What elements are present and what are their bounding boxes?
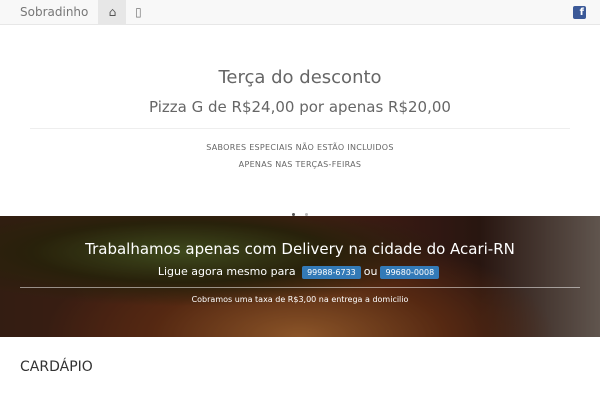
promo-note: SABORES ESPECIAIS NÃO ESTÃO INCLUIDOS <box>206 143 394 152</box>
call-line: Ligue agora mesmo para 99988-6733 ou 99680… <box>0 265 600 279</box>
facebook-icon[interactable]: f <box>573 6 586 19</box>
divider <box>20 287 580 288</box>
or-text: ou <box>363 265 378 278</box>
promo-note: APENAS NAS TERÇAS-FEIRAS <box>238 160 362 169</box>
home-icon[interactable]: ⌂ <box>98 0 127 25</box>
delivery-headline: Trabalhamos apenas com Delivery na cidad… <box>85 240 515 258</box>
delivery-fee: Cobramos uma taxa de R$3,00 na entrega a… <box>191 295 409 304</box>
divider <box>30 128 570 129</box>
promo-title: Terça do desconto <box>218 67 382 88</box>
phone-badge[interactable]: 99680-0008 <box>380 266 440 279</box>
phone-badge[interactable]: 99988-6733 <box>302 266 361 279</box>
promo-carousel: Terça do desconto Pizza G de R$24,00 por… <box>0 25 600 216</box>
menu-heading: CARDÁPIO <box>20 359 93 375</box>
call-prefix: Ligue agora mesmo para <box>157 265 296 278</box>
bookmark-icon[interactable]: ▯ <box>126 5 150 19</box>
navbar: Sobradinho ⌂ ▯ f <box>0 0 600 25</box>
delivery-banner: Trabalhamos apenas com Delivery na cidad… <box>0 216 600 337</box>
promo-subtitle: Pizza G de R$24,00 por apenas R$20,00 <box>149 98 451 116</box>
brand-link[interactable]: Sobradinho <box>0 5 98 19</box>
